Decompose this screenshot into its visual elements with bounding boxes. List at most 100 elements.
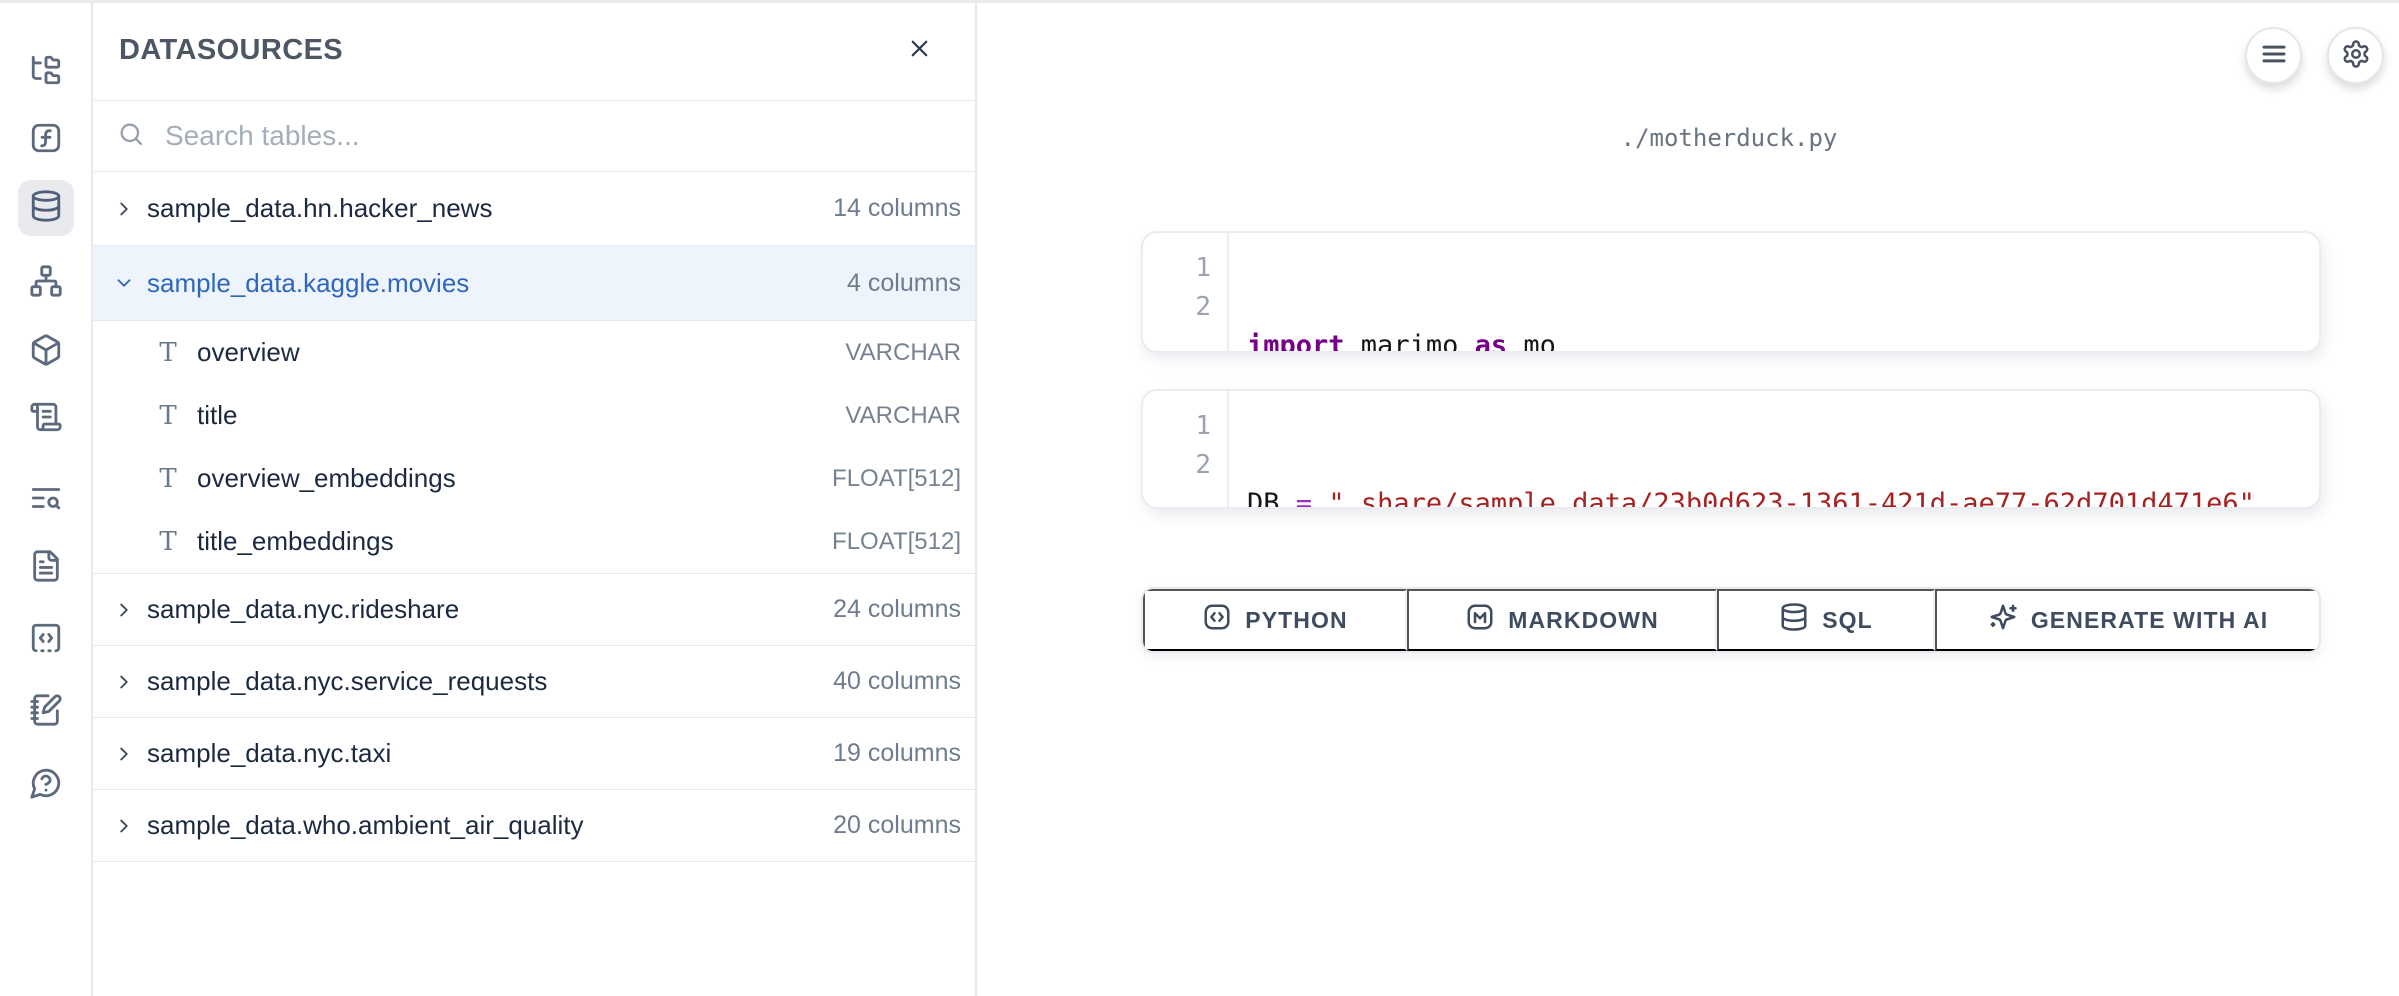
column-name: title xyxy=(197,400,237,431)
table-row[interactable]: sample_data.hn.hacker_news 14 columns xyxy=(93,172,975,246)
notebook-menu-button[interactable] xyxy=(2245,27,2302,84)
table-name: sample_data.kaggle.movies xyxy=(147,268,469,299)
function-square-icon xyxy=(29,121,63,160)
type-icon: T xyxy=(155,464,181,494)
add-cell-bar: PYTHON MARKDOWN SQL GENERATE WITH AI xyxy=(1141,587,2321,653)
add-sql-cell-button[interactable]: SQL xyxy=(1717,589,1935,651)
generate-ai-label: GENERATE WITH AI xyxy=(2031,607,2268,634)
column-name: title_embeddings xyxy=(197,526,394,557)
search-input[interactable] xyxy=(163,119,951,153)
code-editor[interactable]: import marimo as mo import duckdb xyxy=(1229,233,2319,351)
sidebar-item-dependencies[interactable] xyxy=(18,255,74,311)
scroll-text-icon xyxy=(29,400,63,439)
generate-with-ai-button[interactable]: GENERATE WITH AI xyxy=(1935,589,2319,651)
column-row[interactable]: T overview_embeddings FLOAT[512] xyxy=(93,447,975,510)
sidebar-item-packages[interactable] xyxy=(18,324,74,380)
notebook-filename: ./motherduck.py xyxy=(1141,124,2317,152)
sidebar-item-variables[interactable] xyxy=(18,112,74,168)
chevron-down-icon xyxy=(113,272,135,294)
column-count: 14 columns xyxy=(833,194,961,223)
square-m-icon xyxy=(1465,602,1495,638)
settings-button[interactable] xyxy=(2327,27,2384,84)
square-dashed-code-icon xyxy=(29,621,63,660)
folder-tree-icon xyxy=(29,53,63,92)
code-line: DB = "_share/sample_data/23b0d623-1361-4… xyxy=(1247,484,2319,509)
text-search-icon xyxy=(29,481,63,520)
column-type: FLOAT[512] xyxy=(832,465,961,493)
table-row[interactable]: sample_data.nyc.taxi 19 columns xyxy=(93,718,975,790)
close-panel-button[interactable] xyxy=(900,31,938,69)
column-row[interactable]: T title VARCHAR xyxy=(93,384,975,447)
icon-rail xyxy=(0,0,93,996)
window-top-edge xyxy=(0,0,2399,3)
menu-icon xyxy=(2259,39,2289,72)
code-editor[interactable]: DB = "_share/sample_data/23b0d623-1361-4… xyxy=(1229,391,2319,507)
sidebar-item-help[interactable] xyxy=(18,757,74,813)
table-name: sample_data.who.ambient_air_quality xyxy=(147,810,584,841)
chevron-right-icon xyxy=(113,815,135,837)
add-markdown-cell-button[interactable]: MARKDOWN xyxy=(1407,589,1717,651)
chevron-right-icon xyxy=(113,198,135,220)
table-row[interactable]: sample_data.nyc.service_requests 40 colu… xyxy=(93,646,975,718)
chevron-right-icon xyxy=(113,743,135,765)
search-icon xyxy=(117,120,145,153)
notebook-pen-icon xyxy=(29,693,63,732)
column-count: 40 columns xyxy=(833,667,961,696)
column-count: 20 columns xyxy=(833,811,961,840)
search-bar xyxy=(93,101,975,172)
sidebar-item-outline[interactable] xyxy=(18,472,74,528)
sidebar-item-datasources[interactable] xyxy=(18,180,74,236)
tables-list: sample_data.hn.hacker_news 14 columns sa… xyxy=(93,172,975,862)
sparkles-icon xyxy=(1988,602,2018,638)
column-type: VARCHAR xyxy=(845,339,961,367)
code-cell[interactable]: 1 2 DB = "_share/sample_data/23b0d623-13… xyxy=(1141,389,2321,509)
close-icon xyxy=(906,35,933,65)
type-icon: T xyxy=(155,401,181,431)
columns-list: T overview VARCHAR T title VARCHAR T ove… xyxy=(93,321,975,574)
line-numbers: 1 2 xyxy=(1143,391,1229,507)
table-row-selected[interactable]: sample_data.kaggle.movies 4 columns xyxy=(93,246,975,321)
sidebar-item-logs[interactable] xyxy=(18,391,74,447)
line-number: 1 xyxy=(1143,407,1211,446)
line-number: 2 xyxy=(1143,446,1211,485)
table-name: sample_data.hn.hacker_news xyxy=(147,193,492,224)
column-row[interactable]: T title_embeddings FLOAT[512] xyxy=(93,510,975,573)
code-cell[interactable]: 1 2 import marimo as mo import duckdb xyxy=(1141,231,2321,353)
sidebar-item-documentation[interactable] xyxy=(18,540,74,596)
column-count: 19 columns xyxy=(833,739,961,768)
column-type: VARCHAR xyxy=(845,402,961,430)
line-number: 2 xyxy=(1143,288,1211,327)
panel-title: DATASOURCES xyxy=(119,34,343,67)
network-icon xyxy=(29,264,63,303)
help-chat-icon xyxy=(29,766,63,805)
column-count: 24 columns xyxy=(833,595,961,624)
column-name: overview_embeddings xyxy=(197,463,456,494)
datasources-panel: DATASOURCES sample_data.hn.hacker_news 1… xyxy=(93,0,977,996)
type-icon: T xyxy=(155,338,181,368)
chevron-right-icon xyxy=(113,671,135,693)
table-name: sample_data.nyc.rideshare xyxy=(147,594,459,625)
column-name: overview xyxy=(197,337,300,368)
file-text-icon xyxy=(29,549,63,588)
database-icon xyxy=(29,189,63,228)
table-name: sample_data.nyc.service_requests xyxy=(147,666,547,697)
sidebar-item-file-explorer[interactable] xyxy=(18,44,74,100)
panel-header: DATASOURCES xyxy=(93,0,975,101)
add-python-cell-button[interactable]: PYTHON xyxy=(1143,589,1407,651)
add-markdown-label: MARKDOWN xyxy=(1508,607,1659,634)
line-number: 1 xyxy=(1143,249,1211,288)
sidebar-item-snippets[interactable] xyxy=(18,612,74,668)
type-icon: T xyxy=(155,527,181,557)
column-type: FLOAT[512] xyxy=(832,528,961,556)
sidebar-item-scratchpad[interactable] xyxy=(18,684,74,740)
chevron-right-icon xyxy=(113,599,135,621)
square-code-icon xyxy=(1202,602,1232,638)
column-row[interactable]: T overview VARCHAR xyxy=(93,321,975,384)
box-icon xyxy=(29,333,63,372)
table-row[interactable]: sample_data.who.ambient_air_quality 20 c… xyxy=(93,790,975,862)
table-row[interactable]: sample_data.nyc.rideshare 24 columns xyxy=(93,574,975,646)
column-count: 4 columns xyxy=(847,269,961,298)
table-name: sample_data.nyc.taxi xyxy=(147,738,391,769)
line-numbers: 1 2 xyxy=(1143,233,1229,351)
notebook-canvas: ./motherduck.py 1 2 import marimo as mo … xyxy=(977,0,2399,996)
